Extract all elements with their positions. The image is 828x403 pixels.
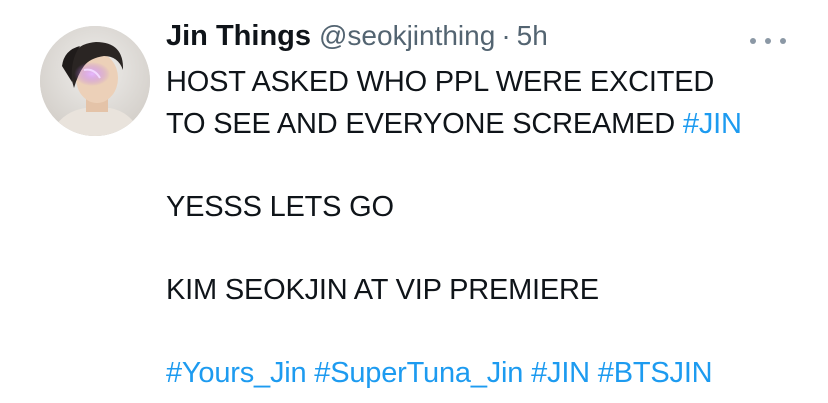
more-dot — [765, 38, 771, 44]
tweet-line: KIM SEOKJIN AT VIP PREMIERE — [166, 273, 599, 306]
display-name[interactable]: Jin Things — [166, 20, 311, 53]
hashtag-link[interactable]: #BTSJIN — [598, 357, 713, 389]
line-spacer — [166, 145, 806, 187]
hashtag-link[interactable]: #JIN — [531, 357, 590, 389]
more-dot — [750, 38, 756, 44]
hashtag-link[interactable]: #JIN — [683, 108, 742, 140]
tweet-header: Jin Things @seokjinthing · 5h — [166, 20, 548, 60]
hashtag-link[interactable]: #SuperTuna_Jin — [314, 357, 523, 389]
tweet-line-text: TO SEE AND EVERYONE SCREAMED — [166, 107, 676, 140]
timestamp[interactable]: 5h — [517, 20, 548, 52]
more-horizontal-icon[interactable] — [750, 34, 786, 48]
separator-dot: · — [501, 20, 511, 51]
user-handle[interactable]: @seokjinthing — [319, 20, 495, 52]
line-spacer — [166, 228, 806, 270]
tweet-text: HOST ASKED WHO PPL WERE EXCITED TO SEE A… — [166, 62, 806, 394]
hashtag-link[interactable]: #Yours_Jin — [166, 357, 307, 389]
avatar-photo — [40, 26, 150, 136]
tweet-line: TO SEE AND EVERYONE SCREAMED #JIN — [166, 104, 806, 146]
more-dot — [780, 38, 786, 44]
avatar[interactable] — [40, 26, 150, 136]
tweet: Jin Things @seokjinthing · 5h HOST ASKED… — [0, 0, 828, 403]
tweet-line: HOST ASKED WHO PPL WERE EXCITED — [166, 66, 715, 98]
hashtag-row: #Yours_Jin #SuperTuna_Jin #JIN #BTSJIN — [166, 353, 806, 395]
line-spacer — [166, 311, 806, 353]
tweet-line: YESSS LETS GO — [166, 190, 394, 223]
